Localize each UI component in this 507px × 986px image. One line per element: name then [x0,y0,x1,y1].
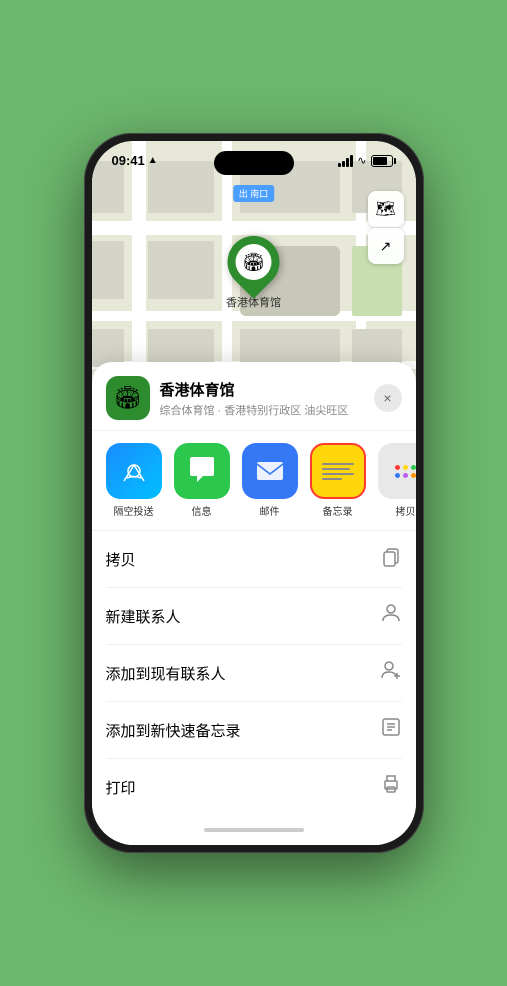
notes-icon [310,443,366,499]
share-row: 隔空投送 信息 [92,431,416,531]
bottom-sheet: 🏟 香港体育馆 综合体育馆 · 香港特别行政区 油尖旺区 × [92,362,416,845]
mail-icon [242,443,298,499]
more-label: 拷贝 [396,503,416,518]
menu-item-copy[interactable]: 拷贝 [106,531,402,588]
print-icon [380,773,402,801]
menu-item-print[interactable]: 打印 [106,759,402,815]
pin-circle: 🏟 [217,225,291,299]
notes-label: 备忘录 [323,503,353,518]
phone-screen: 09:41 ▲ ∿ [92,141,416,845]
menu-item-add-note-label: 添加到新快速备忘录 [106,720,241,741]
dot-row-1 [395,465,416,470]
venue-icon: 🏟 [106,376,150,420]
menu-item-add-note[interactable]: 添加到新快速备忘录 [106,702,402,759]
sheet-header: 🏟 香港体育馆 综合体育馆 · 香港特别行政区 油尖旺区 × [92,362,416,431]
home-bar [204,828,304,832]
map-controls: 🗺 ↗ [368,191,404,264]
messages-icon [174,443,230,499]
battery-icon [371,155,396,167]
status-icons: ∿ [338,154,395,167]
share-item-airdrop[interactable]: 隔空投送 [106,443,162,518]
airdrop-label: 隔空投送 [114,503,154,518]
messages-label: 信息 [192,503,212,518]
share-item-more[interactable]: 拷贝 [378,443,416,518]
share-item-mail[interactable]: 邮件 [242,443,298,518]
memo-icon [380,716,402,744]
dot-row-2 [395,473,416,478]
wifi-icon: ∿ [357,154,366,167]
location-pin: 🏟 香港体育馆 [226,236,281,310]
signal-icon [338,155,353,167]
status-time: 09:41 [112,153,145,168]
city-block [92,241,124,299]
share-item-notes[interactable]: 备忘录 [310,443,366,518]
notes-lines [316,459,360,484]
person-icon [380,602,402,630]
share-item-messages[interactable]: 信息 [174,443,230,518]
map-type-button[interactable]: 🗺 [368,191,404,227]
location-button[interactable]: ↗ [368,228,404,264]
venue-subtitle: 综合体育馆 · 香港特别行政区 油尖旺区 [160,402,374,418]
more-icon [378,443,416,499]
menu-item-new-contact-label: 新建联系人 [106,606,181,627]
venue-info: 香港体育馆 综合体育馆 · 香港特别行政区 油尖旺区 [160,379,374,418]
close-button[interactable]: × [374,384,402,412]
home-indicator [92,815,416,845]
phone-frame: 09:41 ▲ ∿ [84,133,424,853]
copy-icon [380,545,402,573]
dynamic-island [214,151,294,175]
mail-label: 邮件 [260,503,280,518]
city-block [148,241,214,299]
map-exit-label: 出 南口 [233,185,275,202]
menu-item-new-contact[interactable]: 新建联系人 [106,588,402,645]
location-arrow-icon: ▲ [148,155,158,166]
person-plus-icon [380,659,402,687]
venue-name: 香港体育馆 [160,379,374,400]
stadium-icon: 🏟 [236,244,272,280]
menu-items: 拷贝 新建联系人 [92,531,416,815]
menu-item-add-existing-label: 添加到现有联系人 [106,663,226,684]
menu-item-add-existing[interactable]: 添加到现有联系人 [106,645,402,702]
airdrop-icon [106,443,162,499]
menu-item-print-label: 打印 [106,777,136,798]
menu-item-copy-label: 拷贝 [106,549,136,570]
